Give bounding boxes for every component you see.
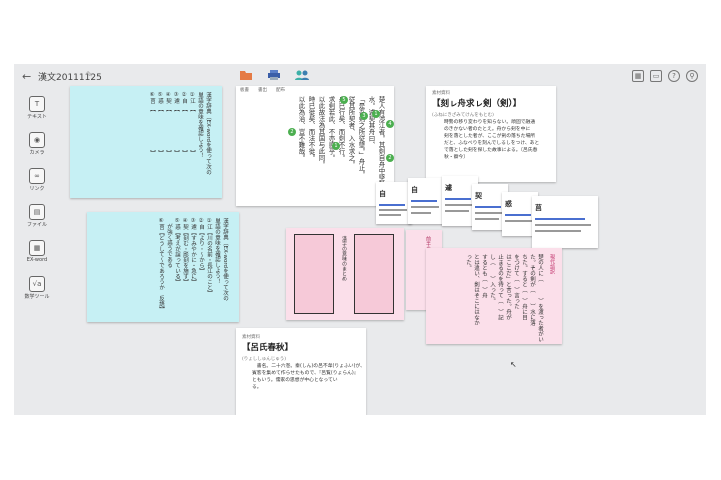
back-arrow-icon[interactable]: ← <box>22 70 31 83</box>
entry-line <box>505 214 531 216</box>
card-text: 漢字辞典（EX-wordを使って次の 単語の意味を確認しよう！ ①江【川の名前・… <box>158 218 228 312</box>
folder-icon[interactable] <box>239 69 253 81</box>
tool-label: カメラ <box>29 150 45 156</box>
kanji-summary-card[interactable]: 漢字の意味のまとめ <box>286 228 404 320</box>
sozai-title: 【呂氏春秋】 <box>242 343 294 353</box>
file-icon: ▤ <box>29 204 45 220</box>
summary-label: 漢字の意味のまとめ <box>341 236 347 281</box>
translation-card[interactable]: 現代語訳 楚の人に（ ）を渡った者がい た。その剣が（ ）水に落 ちた。すると（… <box>426 248 562 344</box>
tool-label: リンク <box>29 186 45 192</box>
tab-bansho[interactable]: 板書 <box>240 87 249 93</box>
top-right-tools: ▦ ▭ ? ⚲ <box>632 70 698 82</box>
dictionary-kanji: 遽 <box>445 184 452 192</box>
tool-exword[interactable]: ▦ EX-word <box>20 240 54 274</box>
dictionary-kanji: 自 <box>411 186 418 194</box>
card-text: 漢字辞典（EX-wordを使って次の 単語の意味を確認しよう！ ①江 【 】 ②… <box>149 92 211 175</box>
people-icon[interactable] <box>294 69 310 81</box>
tool-label: ファイル <box>26 222 47 228</box>
translation-body: 楚の人に（ ）を渡った者がい た。その剣が（ ）水に落 ちた。すると（ ）舟に目… <box>465 254 543 342</box>
math-icon: √a <box>29 276 45 292</box>
camera-icon: ◉ <box>29 132 45 148</box>
entry-line <box>379 214 401 216</box>
drawn-box <box>294 234 334 314</box>
dictionary-kanji: 惑 <box>505 200 512 208</box>
tool-text[interactable]: T テキスト <box>20 96 54 130</box>
sozai-tag: 素材資料 <box>432 91 450 96</box>
translation-title: 現代語訳 <box>549 254 555 274</box>
tab-kakidashi[interactable]: 書出 <box>258 87 267 93</box>
tool-label: テキスト <box>27 114 47 120</box>
entry-line <box>535 230 581 232</box>
marker-badge[interactable]: 4 <box>386 120 394 128</box>
tool-file[interactable]: ▤ ファイル <box>20 204 54 238</box>
text-icon: T <box>29 96 45 112</box>
kanji-dictionary-card-2[interactable]: 漢字辞典（EX-wordを使って次の 単語の意味を確認しよう！ ①江【川の名前・… <box>87 212 239 322</box>
entry-line <box>379 204 405 206</box>
entry-line <box>535 218 585 220</box>
marker-badge[interactable]: 3 <box>360 112 368 120</box>
edit-pencil-icon[interactable]: ✎ <box>86 70 93 79</box>
tab-haifu[interactable]: 配布 <box>276 87 285 93</box>
entry-line <box>535 224 591 226</box>
entry-line <box>445 198 471 200</box>
entry-line <box>411 212 431 214</box>
drawn-box <box>354 234 394 314</box>
entry-line <box>379 209 407 211</box>
tool-label: 数学ツール <box>24 294 50 300</box>
dictionary-icon: ▦ <box>29 240 45 256</box>
entry-line <box>445 204 473 206</box>
sozai-reading: (ふねにきざみてけんをもとむ) <box>432 113 494 118</box>
marker-badge[interactable]: 5 <box>340 96 348 104</box>
tool-camera[interactable]: ◉ カメラ <box>20 132 54 166</box>
mouse-cursor-icon: ↖ <box>510 360 517 369</box>
entry-line <box>445 210 469 212</box>
screen-icon[interactable]: ▭ <box>650 70 662 82</box>
entry-line <box>475 218 499 220</box>
entry-line <box>475 212 503 214</box>
marker-badge[interactable]: 1 <box>332 142 340 150</box>
sozai-card-kokushu[interactable]: 素材資料 【刻ㇾ舟求ㇾ剣（剣）】 (ふねにきざみてけんをもとむ) 時勢の移り変わ… <box>426 86 556 182</box>
marker-badge[interactable]: 2 <box>288 128 296 136</box>
entry-line <box>505 220 533 222</box>
sozai-body: 書名。二十六巻。秦(しん)の呂不韋(りょふい)が、 賓客を集めて作らせたもので、… <box>252 364 365 390</box>
tool-label: EX-word <box>26 257 48 263</box>
tool-sidebar: T テキスト ◉ カメラ ∞ リンク ▤ ファイル ▦ EX-word √a 数… <box>20 94 54 312</box>
print-icon[interactable] <box>267 69 281 81</box>
sozai-card-ryoshi[interactable]: 素材資料 【呂氏春秋】 (りょししゅんじゅう) 書名。二十六巻。秦(しん)の呂不… <box>236 328 366 415</box>
dictionary-kanji: 莒 <box>535 204 542 212</box>
grid-icon[interactable]: ▦ <box>632 70 644 82</box>
sozai-tag: 素材資料 <box>242 335 260 340</box>
app-canvas: ← 漢文20111125 ✎ ▦ ▭ ? ⚲ T テキスト ◉ カメラ ∞ リン… <box>14 64 706 415</box>
user-icon[interactable]: ⚲ <box>686 70 698 82</box>
kanji-dictionary-card-1[interactable]: 漢字辞典（EX-wordを使って次の 単語の意味を確認しよう！ ①江 【 】 ②… <box>70 86 222 198</box>
tool-link[interactable]: ∞ リンク <box>20 168 54 202</box>
kanbun-text-card[interactable]: 板書 書出 配布 楚人有渉江者。其剣自舟中墜於 水。遽契其舟曰、 「是吾剣之所従… <box>236 86 394 206</box>
entry-line <box>475 206 501 208</box>
help-icon[interactable]: ? <box>668 70 680 82</box>
link-icon: ∞ <box>29 168 45 184</box>
sozai-reading: (りょししゅんじゅう) <box>242 357 287 362</box>
dictionary-entry-card[interactable]: 自 <box>376 182 412 224</box>
marker-badge[interactable]: 1 <box>372 110 380 118</box>
dictionary-kanji: 契 <box>475 192 482 200</box>
sozai-body: 時勢の移り変わりを知らない。頑固で融通 のきかない者のたとえ。舟から剣を中に 剣… <box>444 120 540 160</box>
entry-line <box>411 200 437 202</box>
sozai-title: 【刻ㇾ舟求ㇾ剣（剣）】 <box>432 99 522 109</box>
entry-line <box>411 206 439 208</box>
marker-badge[interactable]: 2 <box>386 154 394 162</box>
tool-math[interactable]: √a 数学ツール <box>20 276 54 310</box>
dictionary-entry-card[interactable]: 莒 <box>532 196 598 248</box>
dictionary-entry-card[interactable]: 自 <box>408 178 444 224</box>
dictionary-kanji: 自 <box>379 190 386 198</box>
